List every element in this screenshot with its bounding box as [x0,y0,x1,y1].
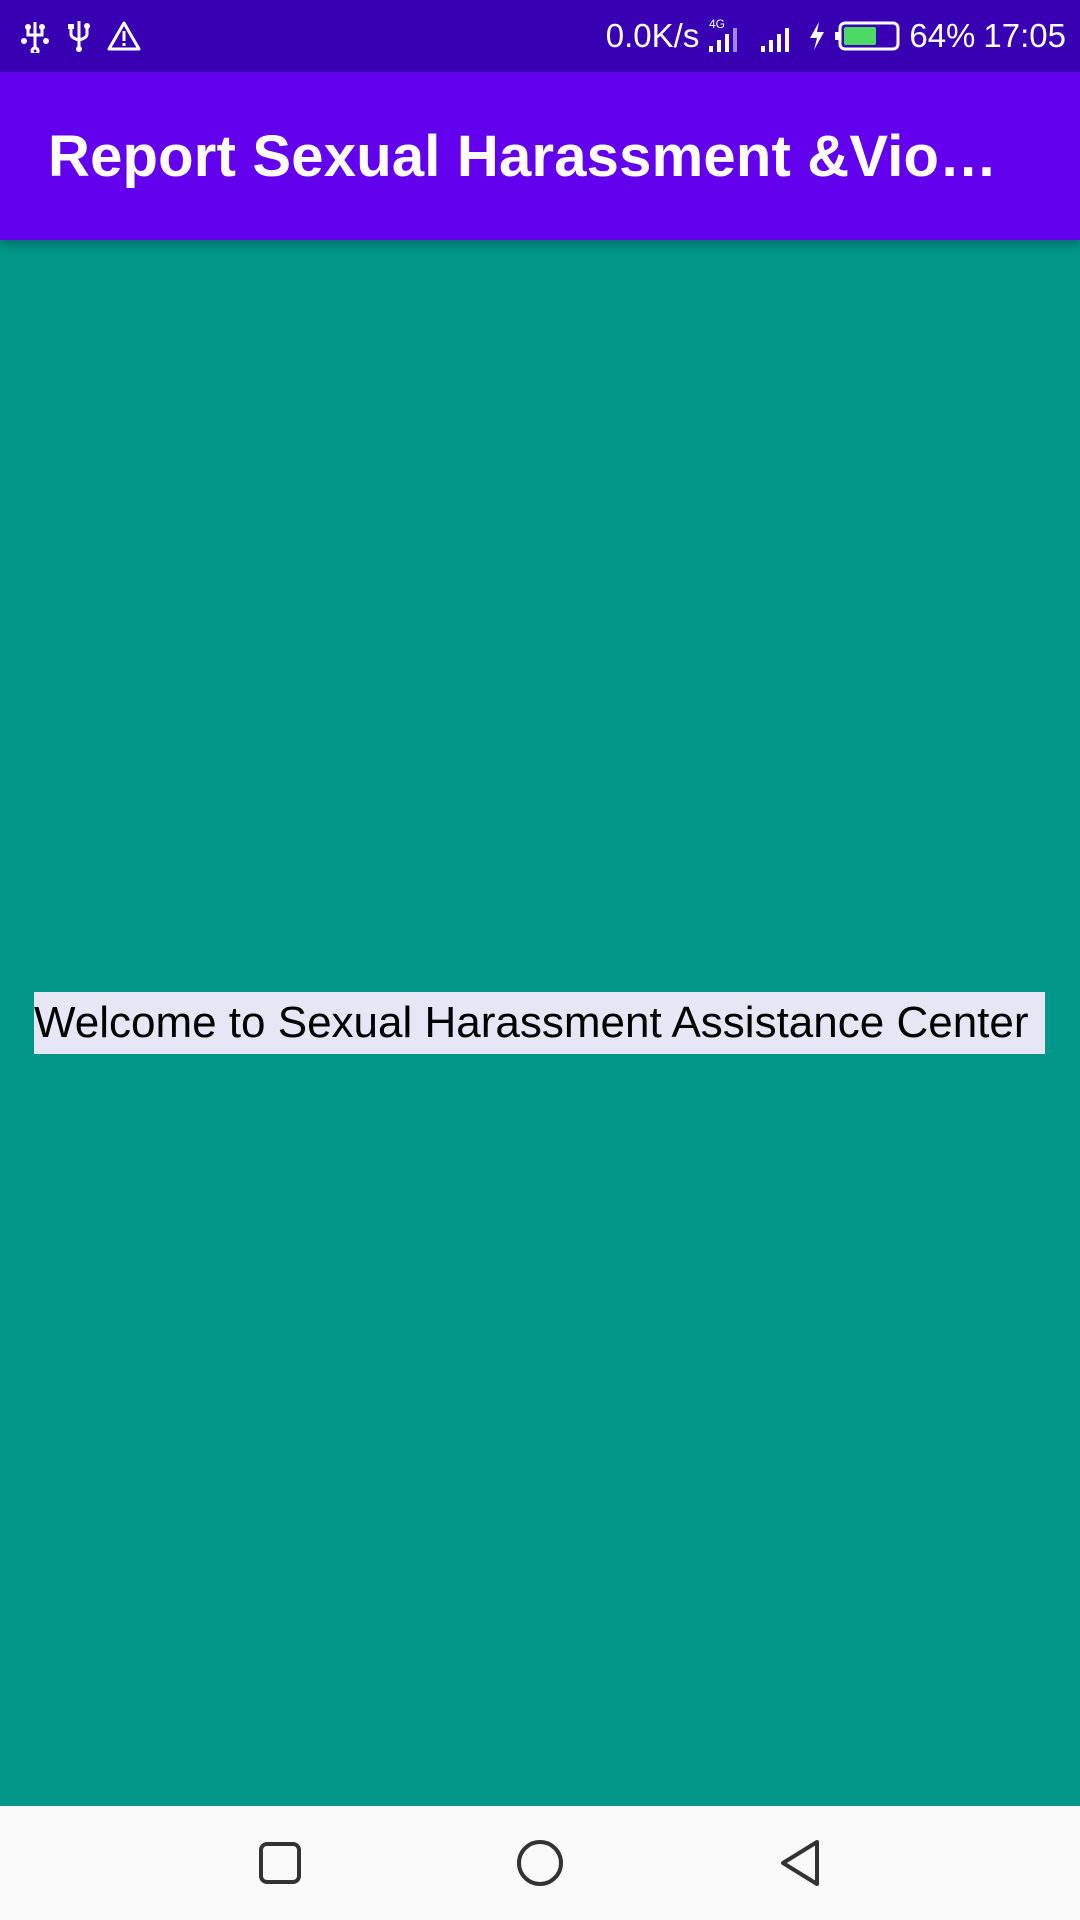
usb-debug-icon [18,19,52,53]
app-title: Report Sexual Harassment &Viole... [48,123,1008,189]
recent-apps-icon [259,1842,301,1884]
back-icon [781,1840,819,1886]
recent-apps-button[interactable] [235,1818,325,1908]
network-speed: 0.0K/s [605,17,700,54]
status-bar: 0.0K/s 4G 64% 17:05 [0,0,1080,72]
back-button[interactable] [755,1818,845,1908]
welcome-text: Welcome to Sexual Harassment Assistance … [34,992,1045,1054]
usb-icon [64,19,94,53]
status-right: 0.0K/s 4G 64% 17:05 [606,16,1066,56]
signal-icon [759,16,799,56]
home-button[interactable] [495,1818,585,1908]
home-icon [517,1840,563,1886]
network-type: 4G [709,17,725,31]
main-content: Welcome to Sexual Harassment Assistance … [0,240,1080,1806]
status-left-icons [18,19,142,53]
clock: 17:05 [983,17,1066,54]
navigation-bar [0,1806,1080,1920]
warning-icon [106,20,142,52]
battery-percent: 64% [909,17,976,54]
battery-icon [835,20,901,52]
app-bar: Report Sexual Harassment &Viole... [0,72,1080,240]
charging-icon [807,20,827,52]
signal-4g-icon: 4G [707,16,751,56]
